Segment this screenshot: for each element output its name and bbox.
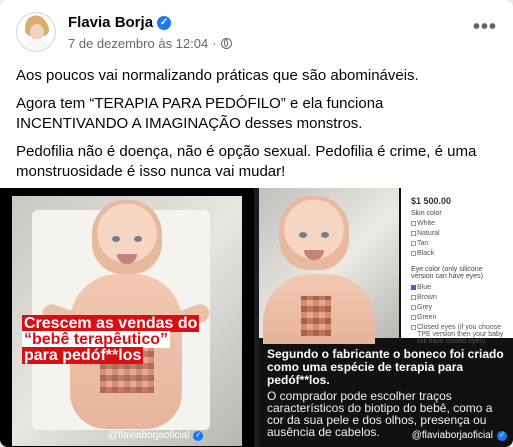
skin-option-black: Black: [411, 250, 435, 257]
eye-option-grey: Grey: [411, 304, 433, 311]
skin-color-title: Skin color: [411, 210, 442, 217]
left-caption-line-1: Crescem as vendas do: [22, 315, 200, 332]
right-doll-right-eye: [321, 232, 329, 238]
eye-color-title: Eye color (only silicone version can hav…: [411, 266, 483, 280]
verified-badge-icon: ✓: [157, 15, 172, 30]
eye-blue-label: Blue: [417, 284, 432, 291]
skin-option-tan: Tan: [411, 240, 429, 247]
skin-white-box: [411, 221, 416, 226]
right-doll-head: [279, 196, 349, 270]
left-caption: Crescem as vendas do “bebê terapêutico” …: [22, 315, 242, 364]
eye-blue-box: [411, 285, 416, 290]
left-image[interactable]: Crescem as vendas do “bebê terapêutico” …: [0, 188, 254, 447]
right-image[interactable]: $1 500.00 Skin color White Natural Tan B…: [259, 188, 513, 447]
globe-icon: [220, 38, 232, 49]
right-doll-left-eye: [299, 232, 307, 238]
eye-grey-box: [411, 305, 416, 310]
product-price: $1 500.00: [411, 196, 452, 206]
eye-closed-label: Closed eyes (if you choose TPE version t…: [417, 324, 504, 345]
skin-natural-label: Natural: [417, 230, 440, 237]
eye-option-blue: Blue: [411, 284, 432, 291]
eye-green-box: [411, 315, 416, 320]
avatar[interactable]: [16, 12, 56, 52]
eye-green-label: Green: [417, 314, 437, 321]
facebook-post: Flavia Borja ✓ 7 de dezembro às 12:04 · …: [0, 0, 513, 447]
skin-black-box: [411, 251, 416, 256]
left-caption-line-3: para pedóf**los: [22, 347, 144, 364]
right-caption: Segundo o fabricante o boneco foi criado…: [267, 347, 509, 439]
left-caption-line-2: “bebê terapêutico”: [22, 331, 171, 348]
right-censored-area: [301, 296, 331, 336]
left-handle: @flaviaborjaoficial: [108, 430, 190, 441]
skin-black-label: Black: [417, 250, 435, 257]
right-doll-mouth: [304, 250, 324, 260]
product-options: $1 500.00 Skin color White Natural Tan B…: [401, 188, 513, 345]
post-text: Aos poucos vai normalizando práticas que…: [16, 66, 497, 190]
post-paragraph-2: Agora tem “TERAPIA PARA PEDÓFILO” e ela …: [16, 95, 384, 132]
skin-option-natural: Natural: [411, 230, 440, 237]
eye-brown-label: Brown: [417, 294, 437, 301]
eye-grey-label: Grey: [417, 304, 433, 311]
post-meta[interactable]: 7 de dezembro às 12:04 ·: [68, 36, 232, 51]
right-photo: [259, 188, 399, 344]
doll-mouth: [117, 254, 137, 264]
author-name-row[interactable]: Flavia Borja ✓: [68, 14, 172, 31]
eye-option-closed: Closed eyes (if you choose TPE version t…: [411, 324, 507, 345]
post-date[interactable]: 7 de dezembro às 12:04: [68, 36, 208, 51]
skin-tan-box: [411, 241, 416, 246]
avatar-face: [30, 24, 44, 40]
meta-separator: ·: [212, 36, 217, 51]
doll-left-eye: [112, 236, 120, 242]
avatar-body: [23, 39, 51, 51]
skin-white-label: White: [417, 220, 435, 227]
author-name[interactable]: Flavia Borja: [68, 14, 153, 31]
doll-head: [92, 200, 162, 274]
eye-closed-box: [411, 325, 416, 330]
post-media[interactable]: Crescem as vendas do “bebê terapêutico” …: [0, 188, 513, 447]
post-paragraph-1: Aos poucos vai normalizando práticas que…: [16, 67, 419, 84]
eye-option-green: Green: [411, 314, 437, 321]
doll-right-eye: [134, 236, 142, 242]
left-watermark: @flaviaborjaoficial ✓: [108, 430, 204, 441]
eye-option-brown: Brown: [411, 294, 437, 301]
right-watermark-verified-icon: ✓: [497, 430, 507, 441]
eye-brown-box: [411, 295, 416, 300]
right-headline: Segundo o fabricante o boneco foi criado…: [267, 347, 504, 387]
skin-tan-label: Tan: [417, 240, 429, 247]
skin-natural-box: [411, 231, 416, 236]
right-handle: @flaviaborjaoficial: [411, 430, 493, 441]
post-header: Flavia Borja ✓ 7 de dezembro às 12:04 · …: [16, 12, 501, 56]
right-watermark: @flaviaborjaoficial ✓: [412, 430, 507, 441]
skin-option-white: White: [411, 220, 435, 227]
watermark-verified-icon: ✓: [193, 430, 204, 441]
more-icon[interactable]: •••: [469, 16, 501, 44]
post-paragraph-3: Pedofilia não é doença, não é opção sexu…: [16, 143, 477, 180]
